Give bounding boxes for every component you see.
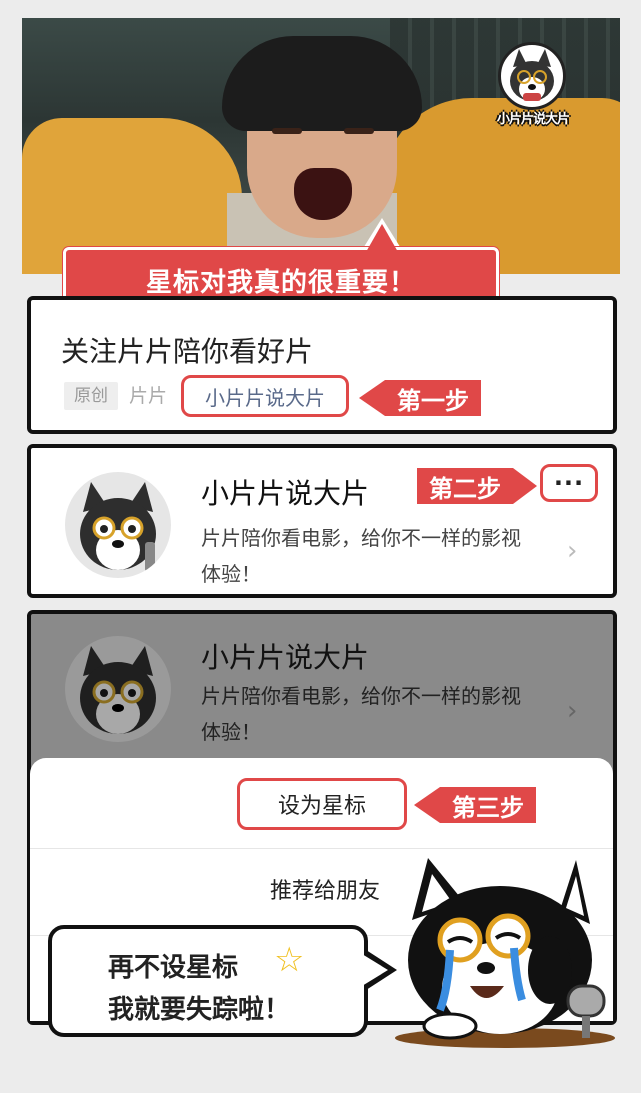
bubble-pointer-fill <box>362 954 388 986</box>
hero-eye-left <box>272 128 302 134</box>
avatar <box>65 472 171 578</box>
account-desc-dimmed-line1: 片片陪你看电影，给你不一样的影视 <box>201 684 521 708</box>
account-desc-dimmed-line2: 体验！ <box>201 720 261 744</box>
sheet-divider <box>30 848 613 849</box>
avatar-dimmed <box>65 636 171 742</box>
husky-logo-icon <box>498 42 566 110</box>
author-name: 片片 <box>129 385 168 407</box>
hero-eye-right <box>344 128 374 134</box>
step3-label: 第三步 <box>440 787 536 823</box>
crying-husky-mascot-icon <box>390 850 620 1050</box>
bubble-line2: 我就要失踪啦！ <box>108 995 291 1025</box>
set-star-button[interactable]: 设为星标 <box>237 778 407 830</box>
original-tag: 原创 <box>64 382 118 410</box>
step1-label: 第一步 <box>385 380 481 416</box>
hero-hair <box>222 36 422 131</box>
account-desc-line1: 片片陪你看电影，给你不一样的影视 <box>201 526 521 550</box>
brand-logo: 小片片说大片 <box>490 42 574 127</box>
account-name: 小片片说大片 <box>201 477 370 510</box>
star-icon: ☆ <box>274 940 305 980</box>
step2-label: 第二步 <box>417 468 513 504</box>
article-title: 关注片片陪你看好片 <box>61 335 314 368</box>
account-link[interactable]: 小片片说大片 <box>181 375 349 417</box>
hero-mouth <box>294 168 352 220</box>
bubble-line1: 再不设星标 <box>108 953 239 983</box>
step3-arrow-icon <box>414 787 440 823</box>
speech-bubble: 再不设星标 ☆ 我就要失踪啦！ <box>48 925 368 1037</box>
step2-arrow-icon <box>513 468 537 504</box>
account-name-dimmed: 小片片说大片 <box>201 641 370 674</box>
chevron-right-dimmed-icon: › <box>567 696 578 726</box>
account-desc-line2: 体验！ <box>201 562 261 586</box>
chevron-right-icon: › <box>567 536 578 566</box>
more-options-button[interactable]: ··· <box>540 464 598 502</box>
article-header-card: 关注片片陪你看好片 原创 片片 小片片说大片 <box>27 296 617 434</box>
banner-pointer-fill <box>366 224 398 252</box>
step1-arrow-icon <box>359 380 385 416</box>
banner-text: 星标对我真的很重要！ <box>145 267 416 298</box>
logo-text: 小片片说大片 <box>496 112 570 127</box>
